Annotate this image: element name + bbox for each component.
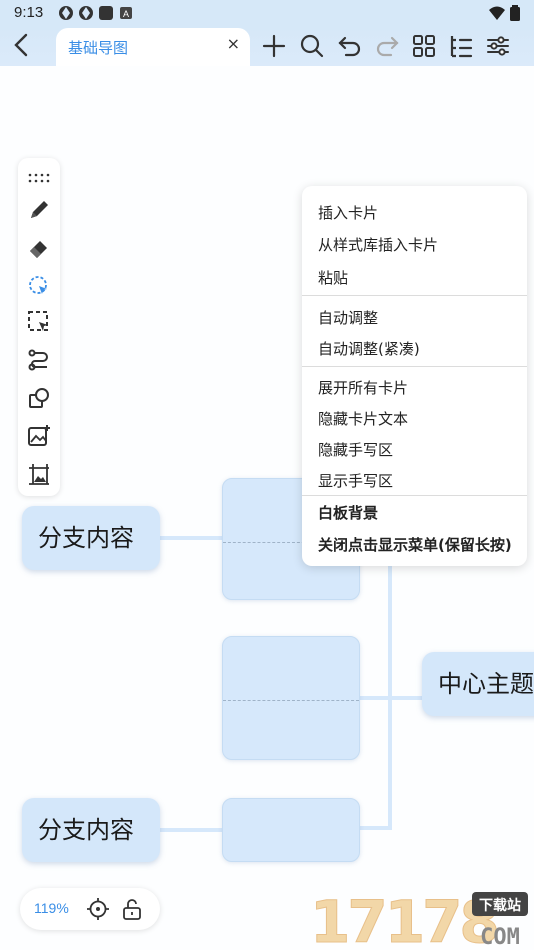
svg-text:A: A: [123, 9, 129, 19]
card-divider: [223, 700, 359, 701]
grid-button[interactable]: [410, 32, 438, 60]
app-icon: [58, 5, 74, 21]
watermark-number: 17178: [310, 888, 497, 948]
undo-button[interactable]: [336, 32, 364, 60]
wifi-icon: [488, 5, 506, 26]
outline-button[interactable]: [447, 32, 475, 60]
back-button[interactable]: [8, 30, 36, 60]
tab-close-button[interactable]: ×: [227, 34, 240, 53]
branch-node-top[interactable]: 分支内容: [22, 506, 160, 570]
zoom-level[interactable]: 119%: [34, 900, 69, 916]
shapes-icon: [29, 388, 49, 408]
search-icon: [300, 34, 324, 58]
system-icons: [488, 5, 520, 26]
status-icons: A: [58, 5, 134, 21]
menu-divider: [302, 495, 527, 496]
a-icon: A: [118, 5, 134, 21]
search-button[interactable]: [298, 32, 326, 60]
image-frame-tool[interactable]: [27, 462, 51, 486]
status-time: 9:13: [14, 4, 44, 21]
watermark-domain: COM: [480, 925, 520, 948]
connector-tool[interactable]: [27, 348, 51, 372]
add-icon: [262, 34, 286, 58]
locate-button[interactable]: [86, 897, 110, 921]
eraser-icon: [30, 241, 47, 258]
connector-icon: [28, 349, 48, 371]
image-frame-icon: [29, 464, 49, 485]
image-add-icon: [28, 425, 50, 446]
connector-line: [358, 696, 424, 700]
settings-sliders-icon: [487, 36, 509, 56]
pen-icon: [31, 201, 48, 218]
status-bar: 9:13 A: [0, 0, 534, 26]
lock-button[interactable]: [120, 897, 144, 921]
notification-icon: [98, 5, 114, 21]
settings-button[interactable]: [484, 32, 512, 60]
watermark-badge: 下载站: [479, 897, 521, 914]
menu-close-click-menu[interactable]: 关闭点击显示菜单(保留长按): [318, 534, 512, 555]
lasso-tool[interactable]: [27, 274, 51, 298]
image-add-tool[interactable]: [27, 424, 51, 448]
shapes-tool[interactable]: [27, 386, 51, 410]
connector-line: [358, 826, 392, 830]
redo-button[interactable]: [373, 32, 401, 60]
menu-expand-all[interactable]: 展开所有卡片: [318, 377, 408, 398]
lasso-icon: [29, 276, 47, 294]
pen-tool[interactable]: [27, 198, 51, 222]
select-rect-tool[interactable]: [27, 310, 51, 334]
menu-whiteboard-background[interactable]: 白板背景: [318, 502, 378, 523]
back-arrow-icon: [14, 33, 28, 57]
center-topic-node[interactable]: 中心主题: [422, 652, 534, 716]
eraser-tool[interactable]: [27, 236, 51, 260]
tab-title: 基础导图: [68, 39, 129, 57]
zoom-control: 119%: [20, 888, 160, 930]
card-node[interactable]: [222, 636, 360, 760]
outline-icon: [450, 36, 473, 58]
redo-icon: [376, 36, 399, 57]
menu-auto-adjust[interactable]: 自动调整: [318, 307, 378, 328]
menu-hide-handwriting[interactable]: 隐藏手写区: [318, 439, 393, 460]
branch-label: 分支内容: [38, 816, 134, 844]
menu-paste[interactable]: 粘贴: [318, 267, 348, 288]
crosshair-icon: [87, 898, 109, 920]
menu-auto-adjust-compact[interactable]: 自动调整(紧凑): [318, 338, 420, 359]
watermark-logo: 17178 下载站 COM: [310, 888, 532, 950]
menu-show-handwriting[interactable]: 显示手写区: [318, 470, 393, 491]
unlock-icon: [123, 899, 141, 920]
card-node[interactable]: [222, 798, 360, 862]
drag-handle[interactable]: [27, 166, 51, 190]
menu-divider: [302, 295, 527, 296]
branch-label: 分支内容: [38, 524, 134, 552]
drag-handle-icon: [28, 173, 50, 183]
app-icon: [78, 5, 94, 21]
menu-insert-card[interactable]: 插入卡片: [318, 202, 378, 223]
menu-hide-card-text[interactable]: 隐藏卡片文本: [318, 408, 408, 429]
connector-line: [388, 560, 392, 830]
grid-icon: [413, 35, 435, 57]
select-rect-icon: [28, 311, 48, 331]
undo-icon: [338, 36, 361, 57]
connector-line: [160, 536, 224, 540]
battery-icon: [510, 5, 520, 26]
center-label: 中心主题: [438, 670, 534, 698]
branch-node-bottom[interactable]: 分支内容: [22, 798, 160, 862]
left-toolbar: [18, 158, 60, 496]
context-menu: 插入卡片 从样式库插入卡片 粘贴 自动调整 自动调整(紧凑) 展开所有卡片 隐藏…: [302, 186, 527, 566]
add-button[interactable]: [260, 32, 288, 60]
menu-insert-from-library[interactable]: 从样式库插入卡片: [318, 234, 438, 255]
tab-active[interactable]: 基础导图 ×: [56, 28, 250, 66]
connector-line: [160, 828, 224, 832]
menu-divider: [302, 366, 527, 367]
top-bar: 基础导图 ×: [0, 26, 534, 66]
